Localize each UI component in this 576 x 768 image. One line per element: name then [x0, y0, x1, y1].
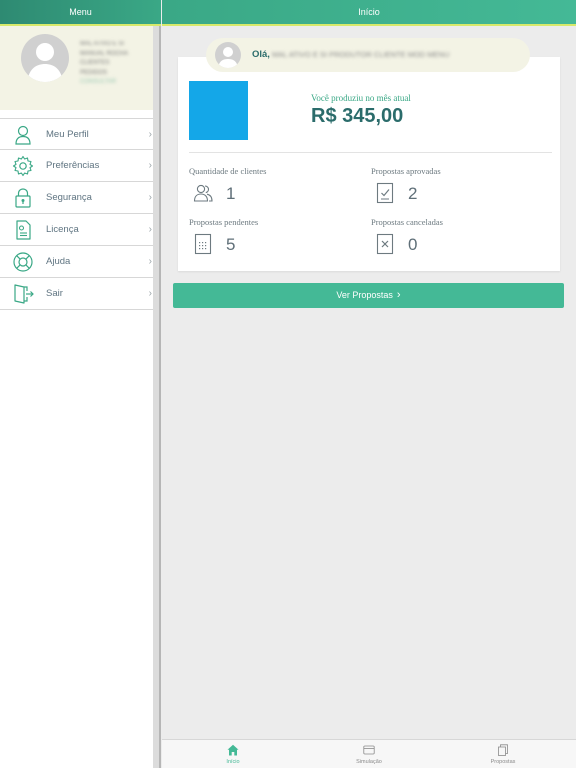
- license-icon: [16, 220, 31, 240]
- user-icon: [15, 125, 31, 145]
- menu-item-sair[interactable]: Sair ›: [0, 278, 161, 310]
- stat-value-clients: 1: [226, 184, 236, 203]
- tab-inicio[interactable]: Início: [164, 740, 302, 768]
- menu-header: Menu: [0, 0, 161, 26]
- stat-label-pending: Propostas pendentes: [189, 217, 259, 227]
- pending-doc-icon: [194, 233, 212, 255]
- greeting-bar: Olá, MAL ATIVO E SI PRODUTOR CLIENTE MOD…: [206, 38, 530, 72]
- menu-divider: [159, 26, 161, 768]
- chevron-right-icon: ›: [148, 160, 152, 171]
- tab-label: Simulação: [356, 759, 382, 765]
- user-avatar-icon: [21, 34, 69, 82]
- cancelled-doc-icon: [376, 233, 394, 255]
- tab-label: Início: [226, 759, 240, 765]
- profile-info-blurred: MAL ATIVO E SI MANUAL ROCHA CLIENTES PED…: [80, 40, 150, 88]
- chevron-right-icon: ›: [148, 192, 152, 203]
- stat-value-cancelled: 0: [408, 235, 418, 254]
- chevron-right-icon: ›: [148, 224, 152, 235]
- stat-value-pending: 5: [226, 235, 236, 254]
- page-title: Início: [358, 7, 380, 17]
- produced-label: Você produziu no mês atual: [311, 93, 411, 103]
- menu-item-label: Sair: [46, 288, 63, 299]
- produced-value: R$ 345,00: [311, 105, 404, 127]
- profile-line: PEDIDOS: [80, 69, 108, 76]
- greeting-hello: Olá,: [252, 49, 270, 60]
- menu-item-label: Segurança: [46, 192, 92, 203]
- divider: [189, 152, 552, 153]
- view-proposals-label: Ver Propostas: [336, 290, 393, 300]
- view-proposals-button[interactable]: Ver Propostas ›: [173, 283, 564, 308]
- lock-icon: [15, 188, 31, 208]
- profile-line: CLIENTES: [80, 60, 110, 66]
- tab-simulacao[interactable]: Simulação: [300, 740, 438, 768]
- profile-line: MANUAL ROCHA: [80, 50, 129, 57]
- menu-list: Meu Perfil › Preferências › Segurança ›: [0, 118, 161, 310]
- menu-item-ajuda[interactable]: Ajuda ›: [0, 246, 161, 278]
- tab-bar: Início Simulação Propostas: [162, 739, 576, 768]
- menu-item-label: Ajuda: [46, 256, 71, 267]
- profile-panel[interactable]: MAL ATIVO E SI MANUAL ROCHA CLIENTES PED…: [0, 26, 161, 110]
- approved-doc-icon: [376, 182, 394, 204]
- stat-label-clients: Quantidade de clientes: [189, 166, 267, 176]
- users-icon: [193, 184, 213, 202]
- chevron-right-icon: ›: [396, 289, 401, 301]
- home-icon: [227, 744, 239, 756]
- profile-line: CONSULTAR: [80, 79, 117, 85]
- menu-item-seguranca[interactable]: Segurança ›: [0, 182, 161, 214]
- menu-title: Menu: [69, 7, 92, 17]
- stat-label-cancelled: Propostas canceladas: [371, 217, 443, 227]
- brand-tile: [189, 81, 248, 140]
- user-avatar-icon: [215, 42, 241, 68]
- main-header: Início: [162, 0, 576, 26]
- side-menu: Menu MAL ATIVO E SI MANUAL ROCHA CLIENTE…: [0, 0, 161, 768]
- stat-value-approved: 2: [408, 184, 418, 203]
- tab-propostas[interactable]: Propostas: [434, 740, 572, 768]
- menu-item-label: Licença: [46, 224, 79, 235]
- menu-item-label: Meu Perfil: [46, 129, 89, 140]
- lifebuoy-icon: [13, 252, 33, 272]
- chevron-right-icon: ›: [148, 288, 152, 299]
- menu-item-licenca[interactable]: Licença ›: [0, 214, 161, 246]
- exit-icon: [14, 284, 34, 304]
- greeting-name-blurred: MAL ATIVO E SI PRODUTOR CLIENTE MOD MENU…: [272, 50, 452, 59]
- menu-item-label: Preferências: [46, 160, 100, 171]
- menu-item-preferencias[interactable]: Preferências ›: [0, 150, 161, 182]
- chevron-right-icon: ›: [148, 256, 152, 267]
- menu-item-meu-perfil[interactable]: Meu Perfil ›: [0, 118, 161, 150]
- chevron-right-icon: ›: [148, 129, 152, 140]
- tab-label: Propostas: [490, 759, 516, 765]
- profile-line: MAL ATIVO E SI: [80, 41, 125, 47]
- documents-icon: [498, 744, 508, 756]
- summary-card: Você produziu no mês atual R$ 345,00 Qua…: [178, 57, 560, 271]
- stat-label-approved: Propostas aprovadas: [371, 166, 441, 176]
- gear-icon: [12, 155, 34, 177]
- card-icon: [363, 745, 375, 755]
